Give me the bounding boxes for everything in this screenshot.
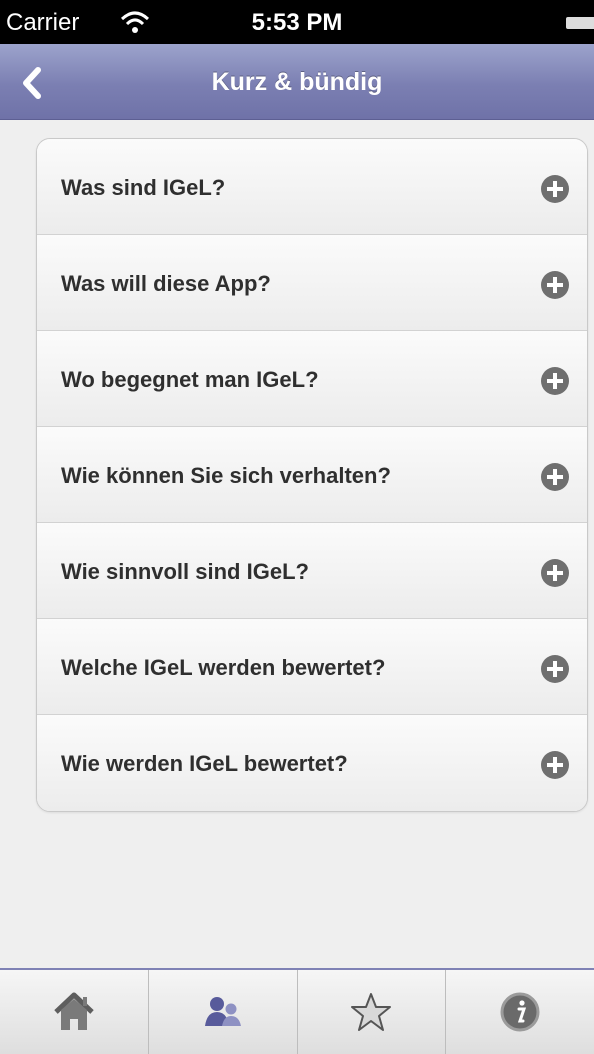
list-item[interactable]: Was sind IGeL?: [37, 139, 587, 235]
list-item[interactable]: Was will diese App?: [37, 235, 587, 331]
list-item-label: Was sind IGeL?: [61, 175, 226, 200]
battery-icon: [566, 17, 594, 29]
home-icon: [54, 992, 94, 1030]
list-item-label: Wie sinnvoll sind IGeL?: [61, 559, 309, 584]
tab-info[interactable]: [446, 970, 594, 1054]
plus-circle-icon[interactable]: [541, 559, 569, 587]
star-icon: [351, 993, 392, 1031]
list-item-label: Was will diese App?: [61, 271, 271, 296]
list-item[interactable]: Wie sinnvoll sind IGeL?: [37, 523, 587, 619]
page-title: Kurz & bündig: [211, 68, 383, 96]
list-item[interactable]: Welche IGeL werden bewertet?: [37, 619, 587, 715]
list-item[interactable]: Wie können Sie sich verhalten?: [37, 427, 587, 523]
tab-favorites[interactable]: [298, 970, 447, 1054]
list-item-label: Wie werden IGeL bewertet?: [61, 751, 348, 776]
people-icon: [204, 997, 241, 1026]
tab-people[interactable]: [149, 970, 298, 1054]
list-item[interactable]: Wie werden IGeL bewertet?: [37, 715, 587, 811]
navigation-bar: Kurz & bündig: [0, 44, 594, 120]
plus-circle-icon[interactable]: [541, 655, 569, 683]
list-item-label: Welche IGeL werden bewertet?: [61, 655, 386, 680]
status-time: 5:53 PM: [251, 9, 343, 36]
list-item-label: Wie können Sie sich verhalten?: [61, 463, 391, 488]
tab-home[interactable]: [0, 970, 149, 1054]
list-item[interactable]: Wo begegnet man IGeL?: [37, 331, 587, 427]
plus-circle-icon[interactable]: [541, 751, 569, 779]
plus-circle-icon[interactable]: [541, 271, 569, 299]
info-icon: [500, 992, 540, 1032]
tab-bar: [0, 968, 594, 1054]
faq-list: Was sind IGeL? Was will diese App? Wo be…: [36, 138, 588, 812]
plus-circle-icon[interactable]: [541, 463, 569, 491]
plus-circle-icon[interactable]: [541, 367, 569, 395]
screen: Carrier 5:53 PM Kurz & bündig Was sind I…: [0, 0, 594, 1054]
list-item-label: Wo begegnet man IGeL?: [61, 367, 319, 392]
plus-circle-icon[interactable]: [541, 175, 569, 203]
status-bar: Carrier 5:53 PM: [0, 0, 594, 44]
